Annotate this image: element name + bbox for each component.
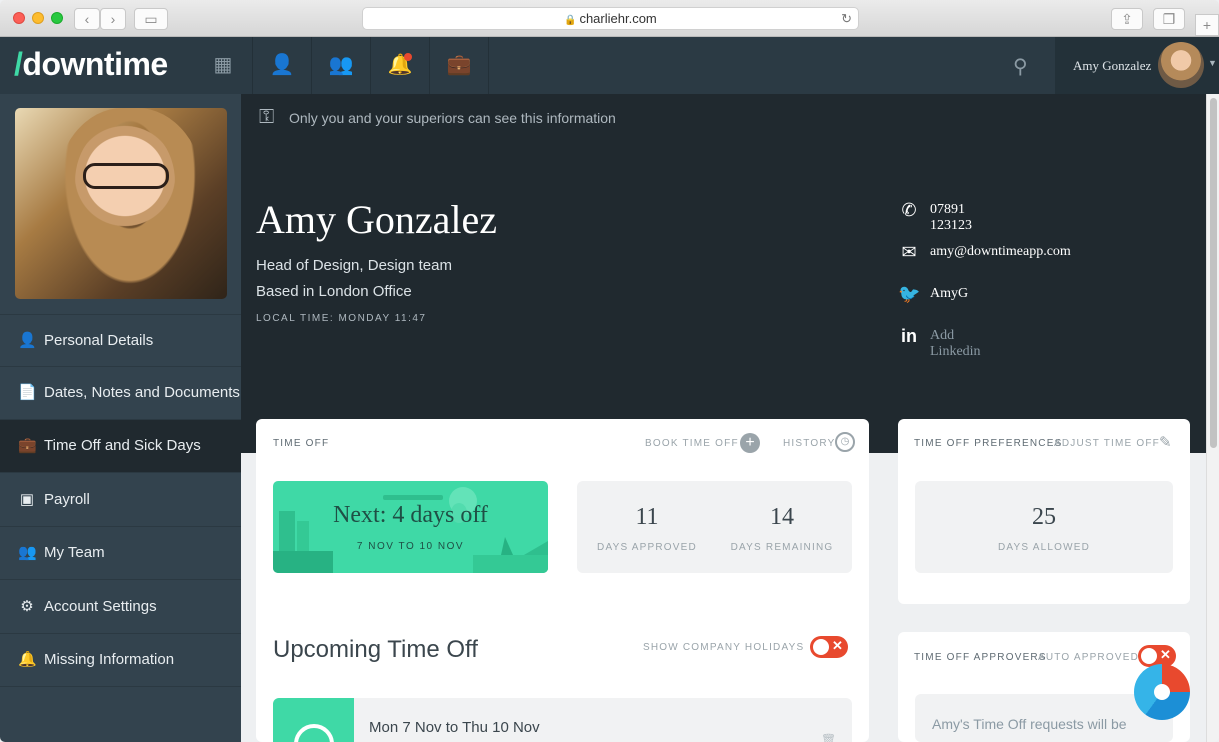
- document-icon: 📄: [18, 384, 37, 401]
- days-allowed-label: DAYS ALLOWED: [997, 542, 1091, 553]
- phone-icon: ✆: [901, 200, 917, 220]
- upcoming-item-icon-panel: [273, 698, 354, 742]
- show-company-holidays-label: SHOW COMPANY HOLIDAYS: [643, 642, 805, 653]
- days-approved-value: 11: [635, 504, 659, 530]
- url-text: charliehr.com: [579, 11, 657, 26]
- sidebar-item-account-settings[interactable]: ⚙ Account Settings: [0, 581, 241, 634]
- search-icon[interactable]: ⚲: [1013, 54, 1028, 79]
- auto-approved-label: AUTO APPROVED: [1038, 652, 1139, 663]
- new-tab-icon[interactable]: +: [1195, 14, 1219, 36]
- upcoming-item-dates: Mon 7 Nov to Thu 10 Nov: [369, 719, 540, 736]
- bell-icon: 🔔: [18, 651, 37, 668]
- user-menu[interactable]: Amy Gonzalez ▼: [1055, 37, 1219, 94]
- next-time-off-banner: Next: 4 days off 7 NOV TO 10 NOV: [273, 481, 548, 573]
- pencil-icon[interactable]: ✎: [1159, 433, 1172, 451]
- back-button[interactable]: ‹: [74, 8, 100, 30]
- sidebar-item-dates-notes-documents[interactable]: 📄 Dates, Notes and Documents: [0, 367, 241, 420]
- address-bar[interactable]: 🔒 charliehr.com ↻: [362, 7, 859, 30]
- app-navbar: /downtime ▦ 👤 👥 🔔 💼 ⚲ Amy Gonzalez ▼: [0, 37, 1219, 94]
- sidebar: 👤 Personal Details 📄 Dates, Notes and Docu…: [0, 94, 241, 742]
- next-time-off-text: Next: 4 days off: [333, 502, 488, 528]
- approvers-note: Amy's Time Off requests will be: [932, 716, 1127, 732]
- days-approved-label: DAYS APPROVED: [597, 542, 697, 553]
- chat-widget-icon[interactable]: [1134, 664, 1190, 720]
- profile-location: Based in London Office: [256, 283, 412, 300]
- history-link[interactable]: HISTORY: [783, 438, 836, 449]
- logo[interactable]: /downtime: [14, 46, 168, 83]
- team-icon: 👥: [18, 544, 37, 561]
- sidebar-item-my-team[interactable]: 👥 My Team: [0, 527, 241, 580]
- chevron-down-icon: ▼: [1208, 58, 1217, 68]
- sidebar-toggle-icon[interactable]: ▭: [134, 8, 168, 30]
- add-person-icon[interactable]: 👤: [253, 37, 312, 94]
- browser-toolbar: ‹ › ▭ 🔒 charliehr.com ↻ ⇪ ❐ +: [0, 0, 1219, 37]
- building-icon[interactable]: ▦: [194, 37, 253, 94]
- days-allowed-value: 25: [1032, 504, 1056, 530]
- sidebar-item-personal-details[interactable]: 👤 Personal Details: [0, 314, 241, 367]
- upcoming-time-off-item[interactable]: [273, 698, 852, 742]
- sidebar-item-missing-information[interactable]: 🔔 Missing Information: [0, 634, 241, 687]
- forward-button[interactable]: ›: [100, 8, 126, 30]
- suitcase-icon: 💼: [18, 437, 37, 454]
- browser-window: ‹ › ▭ 🔒 charliehr.com ↻ ⇪ ❐ + /downtime …: [0, 0, 1219, 742]
- linkedin-icon: in: [901, 326, 917, 346]
- calendar-icon: [294, 724, 334, 742]
- tabs-icon[interactable]: ❐: [1153, 8, 1185, 30]
- zoom-window-button[interactable]: [51, 12, 63, 24]
- time-off-approvers-title: TIME OFF APPROVERS: [914, 652, 1047, 663]
- lock-icon: 🔒: [564, 15, 580, 26]
- share-icon[interactable]: ⇪: [1111, 8, 1143, 30]
- envelope-icon: ✉: [901, 242, 917, 262]
- adjust-time-off-link[interactable]: ADJUST TIME OFF: [1054, 438, 1160, 449]
- minimize-window-button[interactable]: [32, 12, 44, 24]
- notifications-bell-icon[interactable]: 🔔: [371, 37, 430, 94]
- sidebar-item-time-off[interactable]: 💼 Time Off and Sick Days: [0, 420, 241, 473]
- user-name: Amy Gonzalez: [1073, 58, 1152, 73]
- profile-role: Head of Design, Design team: [256, 257, 452, 274]
- privacy-note: Only you and your superiors can see this…: [289, 110, 616, 126]
- time-off-title: TIME OFF: [273, 438, 330, 449]
- next-time-off-dates: 7 NOV TO 10 NOV: [356, 541, 465, 552]
- time-off-preferences-title: TIME OFF PREFERENCES: [914, 438, 1063, 449]
- person-icon: 👤: [18, 332, 37, 349]
- key-icon: ⚿: [259, 106, 275, 128]
- days-remaining-label: DAYS REMAINING: [730, 542, 834, 553]
- suitcase-icon[interactable]: 💼: [430, 37, 489, 94]
- book-time-off-link[interactable]: BOOK TIME OFF: [645, 438, 739, 449]
- trash-icon[interactable]: 🗑: [821, 733, 836, 742]
- scrollbar[interactable]: [1206, 94, 1219, 742]
- time-off-card: [256, 419, 869, 742]
- team-icon[interactable]: 👥: [312, 37, 371, 94]
- avatar: [1158, 42, 1204, 88]
- upcoming-time-off-title: Upcoming Time Off: [273, 636, 478, 663]
- notification-dot: [404, 53, 412, 61]
- profile-name: Amy Gonzalez: [256, 197, 498, 242]
- local-time: LOCAL TIME: MONDAY 11:47: [256, 313, 427, 324]
- gear-icon: ⚙: [20, 598, 34, 615]
- profile-photo: [15, 108, 227, 299]
- reload-icon[interactable]: ↻: [841, 8, 852, 30]
- show-company-holidays-toggle[interactable]: ✕: [810, 636, 848, 658]
- close-window-button[interactable]: [13, 12, 25, 24]
- add-circle-icon[interactable]: +: [740, 433, 760, 453]
- wallet-icon: ▣: [19, 491, 35, 508]
- days-remaining-value: 14: [770, 504, 794, 530]
- scrollbar-thumb[interactable]: [1210, 98, 1217, 448]
- history-clock-icon[interactable]: ◷: [835, 432, 855, 452]
- sidebar-item-payroll[interactable]: ▣ Payroll: [0, 474, 241, 527]
- twitter-icon: 🐦: [898, 284, 921, 304]
